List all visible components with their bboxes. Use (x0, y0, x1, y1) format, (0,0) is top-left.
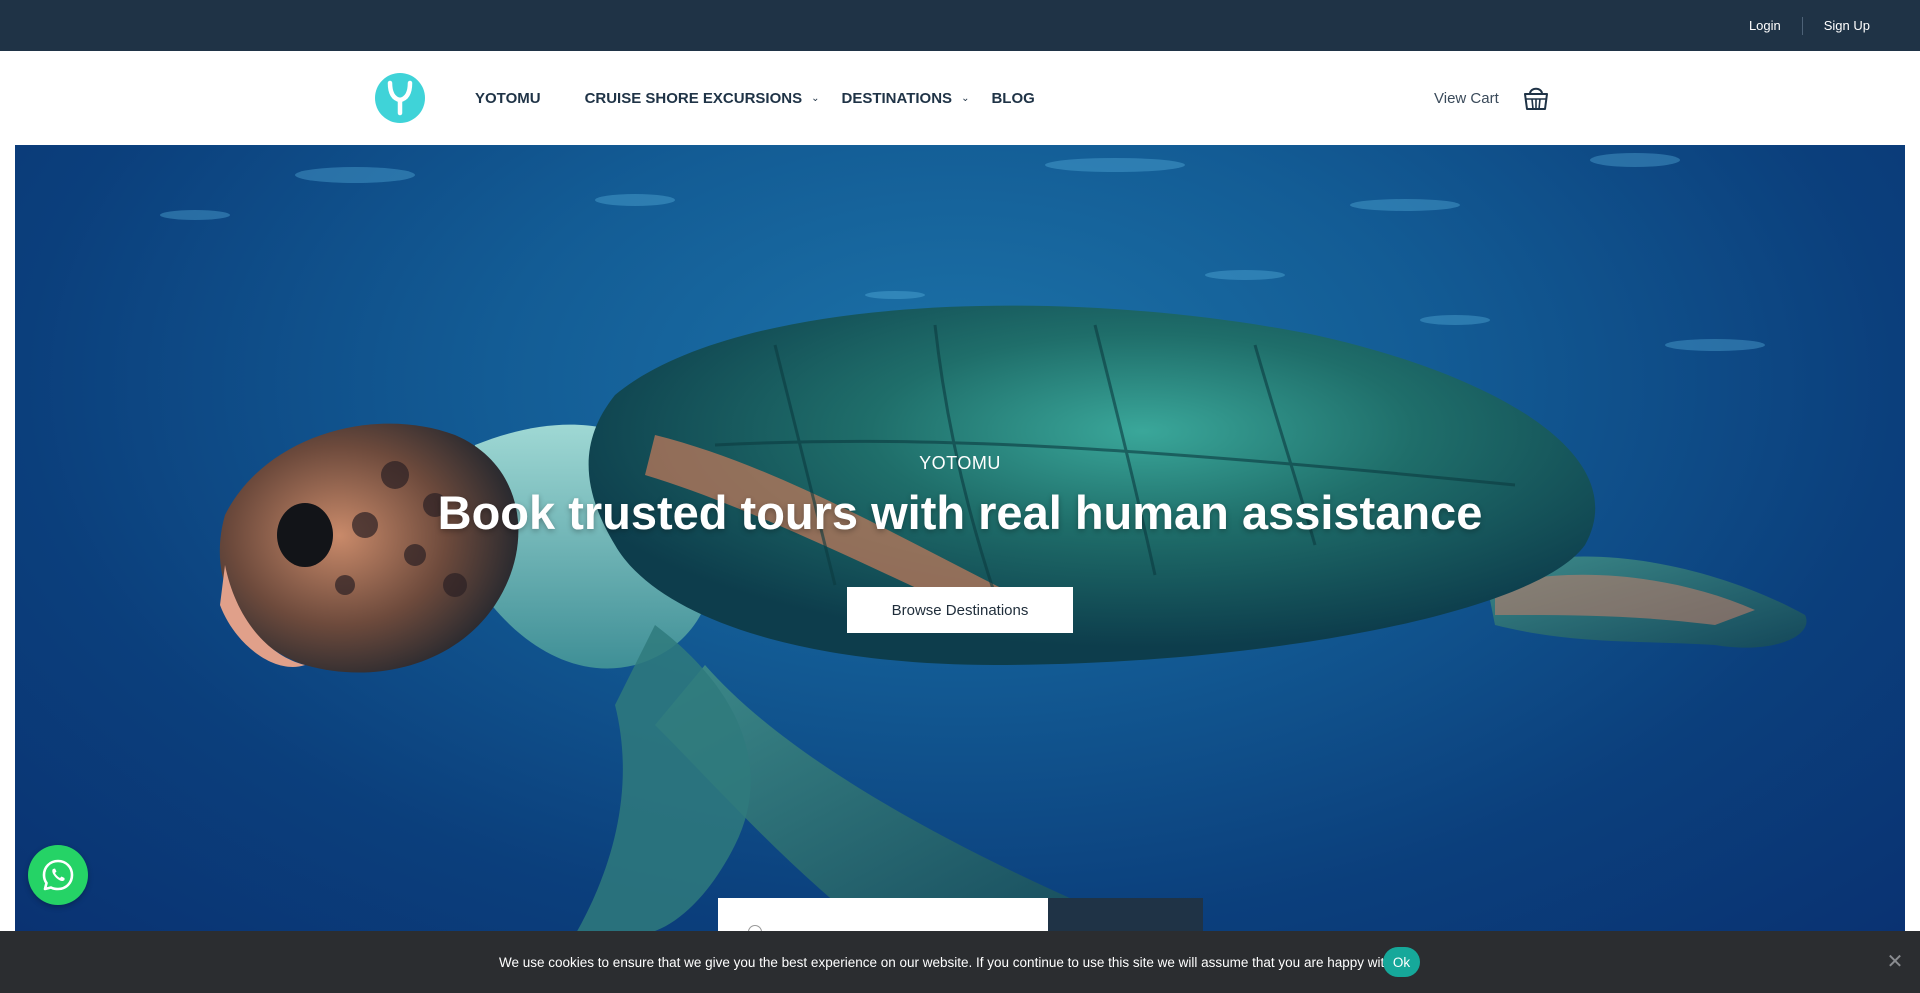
nav-item-destinations[interactable]: DESTINATIONS ⌄ (842, 90, 970, 107)
cookie-ok-button[interactable]: Ok (1383, 947, 1420, 977)
cart-area: View Cart (1434, 51, 1549, 145)
sea-turtle-image (160, 153, 1807, 935)
account-links: Login Sign Up (1749, 0, 1870, 51)
divider (1801, 16, 1803, 35)
logo-y-icon (387, 80, 413, 116)
view-cart-link[interactable]: View Cart (1434, 90, 1499, 107)
whatsapp-icon (42, 859, 74, 891)
hero-title: Book trusted tours with real human assis… (437, 486, 1483, 539)
hero-eyebrow: YOTOMU (919, 453, 1001, 473)
main-header: YOTOMU CRUISE SHORE EXCURSIONS ⌄ DESTINA… (0, 51, 1920, 145)
search-input[interactable] (718, 898, 1048, 935)
nav-label: BLOG (991, 89, 1035, 107)
browse-destinations-button[interactable]: Browse Destinations (847, 587, 1073, 633)
signup-link[interactable]: Sign Up (1824, 18, 1870, 33)
basket-icon[interactable] (1523, 84, 1549, 112)
login-link[interactable]: Login (1749, 18, 1781, 33)
cookie-message: We use cookies to ensure that we give yo… (499, 954, 1406, 970)
nav-item-blog[interactable]: BLOG (991, 90, 1034, 107)
nav-item-yotomu[interactable]: YOTOMU (475, 90, 541, 107)
top-bar: Login Sign Up (0, 0, 1920, 51)
yotomu-logo[interactable] (375, 73, 425, 123)
main-nav: YOTOMU CRUISE SHORE EXCURSIONS ⌄ DESTINA… (475, 51, 1035, 145)
whatsapp-button[interactable] (28, 845, 88, 905)
chevron-down-icon: ⌄ (961, 92, 970, 104)
nav-label: CRUISE SHORE EXCURSIONS (584, 89, 803, 107)
nav-item-cruise-shore-excursions[interactable]: CRUISE SHORE EXCURSIONS ⌄ (585, 90, 820, 107)
nav-label: DESTINATIONS (841, 89, 953, 107)
nav-label: YOTOMU (475, 89, 541, 107)
hero-banner: YOTOMU Book trusted tours with real huma… (15, 145, 1905, 935)
search-button[interactable] (1048, 898, 1203, 935)
cookie-notice: We use cookies to ensure that we give yo… (0, 931, 1920, 993)
chevron-down-icon: ⌄ (811, 92, 820, 104)
close-icon[interactable]: ✕ (1884, 950, 1906, 973)
